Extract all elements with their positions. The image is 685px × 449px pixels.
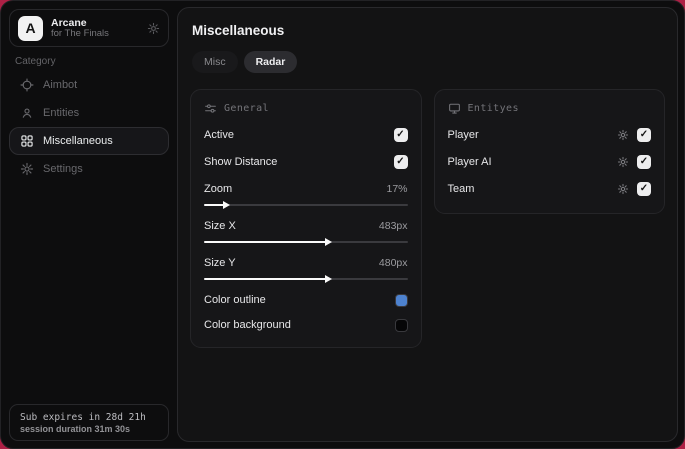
general-card-header: General	[204, 102, 408, 115]
sidebar-item-miscellaneous[interactable]: Miscellaneous	[9, 127, 169, 155]
crosshair-icon	[19, 78, 35, 92]
tab-bar: Misc Radar	[192, 51, 665, 73]
slider-thumb[interactable]	[223, 201, 231, 209]
sidebar-item-settings[interactable]: Settings	[9, 155, 169, 183]
color-outline-row: Color outline	[204, 290, 408, 310]
app-logo: A	[18, 15, 43, 41]
slider-fill	[204, 201, 231, 209]
sidebar-item-entities[interactable]: Entities	[9, 99, 169, 127]
check-icon: ✓	[639, 129, 649, 140]
entities-card: Entityes Player ✓ Player AI ✓ Team ✓	[433, 89, 665, 214]
app-window: A Arcane for The Finals Category Aimbot …	[0, 0, 685, 449]
monitor-icon	[448, 102, 461, 115]
entity-row-team: Team ✓	[447, 179, 651, 199]
color-label: Color outline	[204, 294, 266, 306]
grid-icon	[19, 134, 35, 148]
subscription-card: Sub expires in 28d 21h session duration …	[9, 404, 169, 441]
entity-label: Team	[447, 183, 475, 195]
gear-icon[interactable]	[147, 22, 160, 35]
general-card: General Active ✓ Show Distance ✓ Zoom 17…	[190, 89, 422, 348]
size-x-slider-group: Size X 483px	[204, 216, 408, 246]
category-label: Category	[15, 56, 56, 67]
entity-row-player: Player ✓	[447, 125, 651, 145]
slider-fill	[204, 238, 333, 246]
show-distance-checkbox[interactable]: ✓	[393, 155, 408, 169]
gear-icon[interactable]	[617, 183, 629, 195]
player-ai-checkbox[interactable]: ✓	[637, 155, 651, 169]
slider-label: Zoom	[204, 183, 233, 195]
sidebar-item-label: Settings	[43, 163, 83, 175]
sidebar-item-label: Entities	[43, 107, 80, 119]
toggle-row-active: Active ✓	[204, 125, 408, 145]
person-icon	[19, 106, 35, 120]
color-outline-swatch[interactable]	[394, 293, 408, 307]
page-title: Miscellaneous	[192, 23, 285, 38]
sidebar-item-label: Miscellaneous	[43, 135, 113, 147]
gear-icon[interactable]	[617, 129, 629, 141]
check-icon: ✓	[639, 156, 649, 167]
desktop-background: A Arcane for The Finals Category Aimbot …	[0, 0, 685, 449]
toggle-label: Active	[204, 129, 234, 141]
sidebar: A Arcane for The Finals Category Aimbot …	[1, 1, 177, 448]
sidebar-item-label: Aimbot	[43, 79, 78, 91]
slider-value: 480px	[378, 257, 408, 269]
entities-card-title: Entityes	[467, 103, 519, 114]
entities-card-header: Entityes	[448, 102, 652, 115]
tab-radar[interactable]: Radar	[243, 51, 298, 73]
app-name: Arcane	[51, 16, 87, 29]
brand-card: A Arcane for The Finals	[9, 9, 169, 47]
entity-label: Player AI	[447, 156, 492, 168]
slider-label: Size X	[204, 220, 236, 232]
brand-text: Arcane for The Finals	[51, 17, 147, 40]
slider-fill	[204, 275, 333, 283]
cards-row: General Active ✓ Show Distance ✓ Zoom 17…	[190, 89, 665, 348]
sidebar-item-aimbot[interactable]: Aimbot	[9, 71, 169, 99]
color-background-row: Color background	[204, 315, 408, 335]
slider-thumb[interactable]	[325, 238, 333, 246]
size-y-slider-group: Size Y 480px	[204, 253, 408, 283]
size-x-slider[interactable]	[204, 238, 408, 246]
gear-icon	[19, 162, 35, 176]
slider-value: 483px	[378, 220, 408, 232]
size-y-slider[interactable]	[204, 275, 408, 283]
check-icon: ✓	[396, 129, 405, 140]
check-icon: ✓	[396, 156, 405, 167]
sub-expiry-text: Sub expires in 28d 21h	[20, 411, 146, 423]
zoom-slider[interactable]	[204, 201, 408, 209]
tab-misc[interactable]: Misc	[192, 51, 238, 73]
slider-label: Size Y	[204, 257, 236, 269]
general-card-title: General	[224, 103, 269, 114]
check-icon: ✓	[639, 183, 649, 194]
slider-thumb[interactable]	[325, 275, 333, 283]
gear-icon[interactable]	[617, 156, 629, 168]
sliders-icon	[204, 102, 217, 115]
toggle-label: Show Distance	[204, 156, 278, 168]
entity-row-player-ai: Player AI ✓	[447, 152, 651, 172]
zoom-slider-group: Zoom 17%	[204, 179, 408, 209]
slider-value: 17%	[386, 183, 408, 195]
player-checkbox[interactable]: ✓	[637, 128, 651, 142]
toggle-row-show-distance: Show Distance ✓	[204, 152, 408, 172]
main-panel: Miscellaneous Misc Radar General Active …	[177, 7, 678, 442]
active-checkbox[interactable]: ✓	[393, 128, 408, 142]
app-subtitle: for The Finals	[51, 27, 109, 39]
session-duration-text: session duration 31m 30s	[20, 423, 131, 434]
sidebar-menu: Aimbot Entities Miscellaneous Settings	[9, 71, 169, 183]
team-checkbox[interactable]: ✓	[637, 182, 651, 196]
entity-label: Player	[447, 129, 479, 141]
color-label: Color background	[204, 319, 291, 331]
color-background-swatch[interactable]	[394, 318, 408, 332]
